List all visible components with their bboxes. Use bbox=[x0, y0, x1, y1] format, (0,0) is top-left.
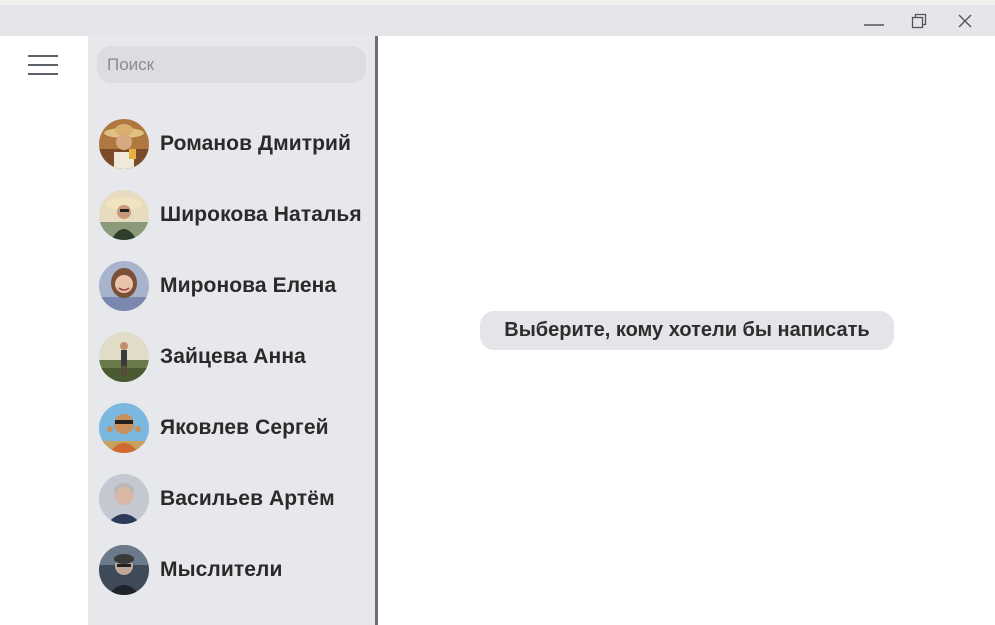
avatar-woman-sunhat bbox=[99, 190, 149, 240]
contact-item[interactable]: Васильев Артём bbox=[88, 474, 376, 545]
contact-item[interactable]: Романов Дмитрий bbox=[88, 119, 376, 190]
empty-chat-hint: Выберите, кому хотели бы написать bbox=[480, 311, 894, 350]
avatar-man-straw-hat bbox=[99, 119, 149, 169]
contact-item[interactable]: Мыслители bbox=[88, 545, 376, 616]
contact-name: Васильев Артём bbox=[160, 487, 335, 510]
avatar-woman-field bbox=[99, 332, 149, 382]
search-input[interactable] bbox=[107, 46, 366, 83]
contact-item[interactable]: Зайцева Анна bbox=[88, 332, 376, 403]
minimize-icon bbox=[863, 15, 885, 27]
avatar-man-sunglasses bbox=[99, 403, 149, 453]
maximize-button[interactable] bbox=[896, 5, 942, 36]
avatar-group-thinkers bbox=[99, 545, 149, 595]
contact-name: Миронова Елена bbox=[160, 274, 337, 297]
contact-item[interactable]: Миронова Елена bbox=[88, 261, 376, 332]
hamburger-menu-icon bbox=[27, 54, 59, 81]
search-box bbox=[97, 46, 366, 83]
contact-list: Романов Дмитрий Широкова Наталья Миронов… bbox=[88, 119, 376, 616]
minimize-button[interactable] bbox=[851, 5, 897, 36]
contact-name: Яковлев Сергей bbox=[160, 416, 329, 439]
messenger-window: Романов Дмитрий Широкова Наталья bbox=[0, 0, 995, 625]
contacts-sidebar: Романов Дмитрий Широкова Наталья bbox=[88, 36, 376, 625]
close-button[interactable] bbox=[942, 5, 988, 36]
avatar-man-gray-hair bbox=[99, 474, 149, 524]
contact-name: Мыслители bbox=[160, 558, 283, 581]
restore-icon bbox=[911, 13, 927, 29]
contact-name: Зайцева Анна bbox=[160, 345, 306, 368]
contact-item[interactable]: Широкова Наталья bbox=[88, 190, 376, 261]
menu-button[interactable] bbox=[22, 52, 64, 82]
avatar-woman-smiling bbox=[99, 261, 149, 311]
side-rail bbox=[0, 36, 88, 625]
contact-item[interactable]: Яковлев Сергей bbox=[88, 403, 376, 474]
close-icon bbox=[957, 13, 973, 29]
chat-area: Выберите, кому хотели бы написать bbox=[378, 36, 995, 625]
contact-name: Романов Дмитрий bbox=[160, 132, 352, 155]
title-bar bbox=[0, 0, 995, 36]
contact-name: Широкова Наталья bbox=[160, 203, 362, 226]
